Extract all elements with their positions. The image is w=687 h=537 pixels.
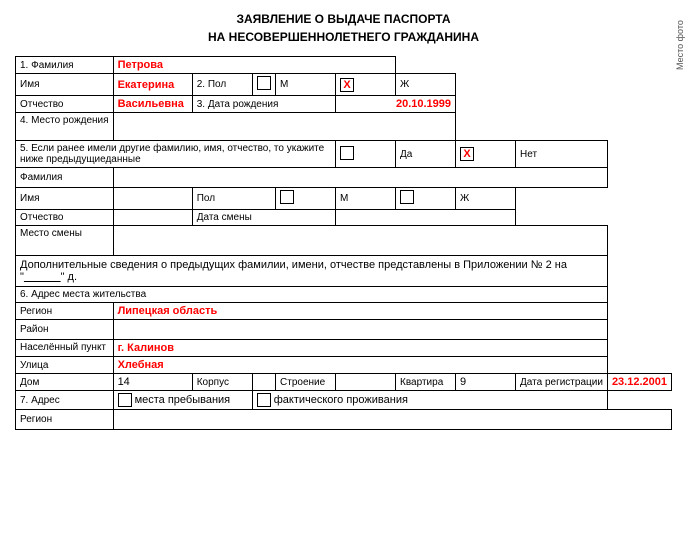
data-smeny-label: Дата смены [192,210,335,226]
earlier-label: 5. Если ранее имели другие фамилию, имя,… [16,141,336,168]
otchestvo-value: Васильевна [113,96,192,113]
mesta-prebyvaniya-label: места пребывания [135,394,231,406]
rayon-label: Район [16,320,114,340]
nasel-punkt-value: г. Калинов [113,340,607,357]
familiya-value: Петрова [113,57,395,74]
familiya-label: 1. Фамилия [16,57,114,74]
pol2-zh-text: Ж [456,188,516,210]
imya-label: Имя [16,74,114,96]
fakticheskogo-label: фактического проживания [274,394,408,406]
imya2-value [113,188,192,210]
stroenie-label: Строение [276,374,336,391]
side-text: Место фото [675,10,685,70]
mesto-rozhdeniya-value [113,113,455,141]
da-checkbox-cell [336,141,396,168]
data-rozhdeniya-label: 3. Дата рождения [192,96,335,113]
otchestvo-label: Отчество [16,96,114,113]
pol2-zh-checkbox[interactable] [400,190,414,204]
net-checkbox[interactable]: X [460,147,474,161]
adres-label: 6. Адрес места жительства [16,287,608,303]
page-title: ЗАЯВЛЕНИЕ О ВЫДАЧЕ ПАСПОРТА НА НЕСОВЕРШЕ… [15,10,672,46]
mesta-prebyvaniya-cell: места пребывания [113,391,252,410]
otchestvo2-label: Отчество [16,210,114,226]
imya2-label: Имя [16,188,114,210]
kvartira-label: Квартира [396,374,456,391]
nasel-punkt-label: Населённый пункт [16,340,114,357]
otchestvo2-value [113,210,192,226]
mesto-rozhdeniya-label: 4. Место рождения [16,113,114,141]
korpus-label: Корпус [192,374,252,391]
rayon-value [113,320,607,340]
imya-value: Екатерина [113,74,192,96]
mesto-smeny-value [113,226,607,256]
da-label: Да [396,141,456,168]
region-label: Регион [16,303,114,320]
pol-zh-text: Ж [396,74,456,96]
pol-zh-cell: X [336,74,396,96]
korpus-value [252,374,275,391]
familiya2-label: Фамилия [16,168,114,188]
pol-zh-checkbox[interactable]: X [340,78,354,92]
region-value: Липецкая область [113,303,607,320]
pol2-m-cell [276,188,336,210]
data-rozhdeniya-value: 20.10.1999 [336,96,456,113]
dom-value: 14 [113,374,192,391]
pol-m-text: М [276,74,336,96]
net-label: Нет [516,141,608,168]
pol-label: 2. Пол [192,74,252,96]
adres7-label: 7. Адрес [16,391,114,410]
fakticheskogo-cell: фактического проживания [252,391,607,410]
kvartira-value: 9 [456,374,516,391]
pol-m-checkbox[interactable] [257,76,271,90]
ulitsa-label: Улица [16,357,114,374]
pol2-m-text: М [336,188,396,210]
region2-value [113,410,671,430]
da-checkbox[interactable] [340,146,354,160]
data-reg-label: Дата регистрации [516,374,608,391]
region2-label: Регион [16,410,114,430]
stroenie-value [336,374,396,391]
mesto-smeny-label: Место смены [16,226,114,256]
pol-m-cell [252,74,275,96]
data-reg-value: 23.12.2001 [607,374,671,391]
dom-label: Дом [16,374,114,391]
mesta-prebyvaniya-checkbox[interactable] [118,393,132,407]
data-smeny-value [336,210,516,226]
fakticheskogo-checkbox[interactable] [257,393,271,407]
pol2-zh-cell [396,188,456,210]
pol2-m-checkbox[interactable] [280,190,294,204]
additional-info: Дополнительные сведения о предыдущих фам… [16,256,608,287]
net-checkbox-cell: X [456,141,516,168]
pol2-label: Пол [192,188,275,210]
familiya2-value [113,168,607,188]
ulitsa-value: Хлебная [113,357,607,374]
